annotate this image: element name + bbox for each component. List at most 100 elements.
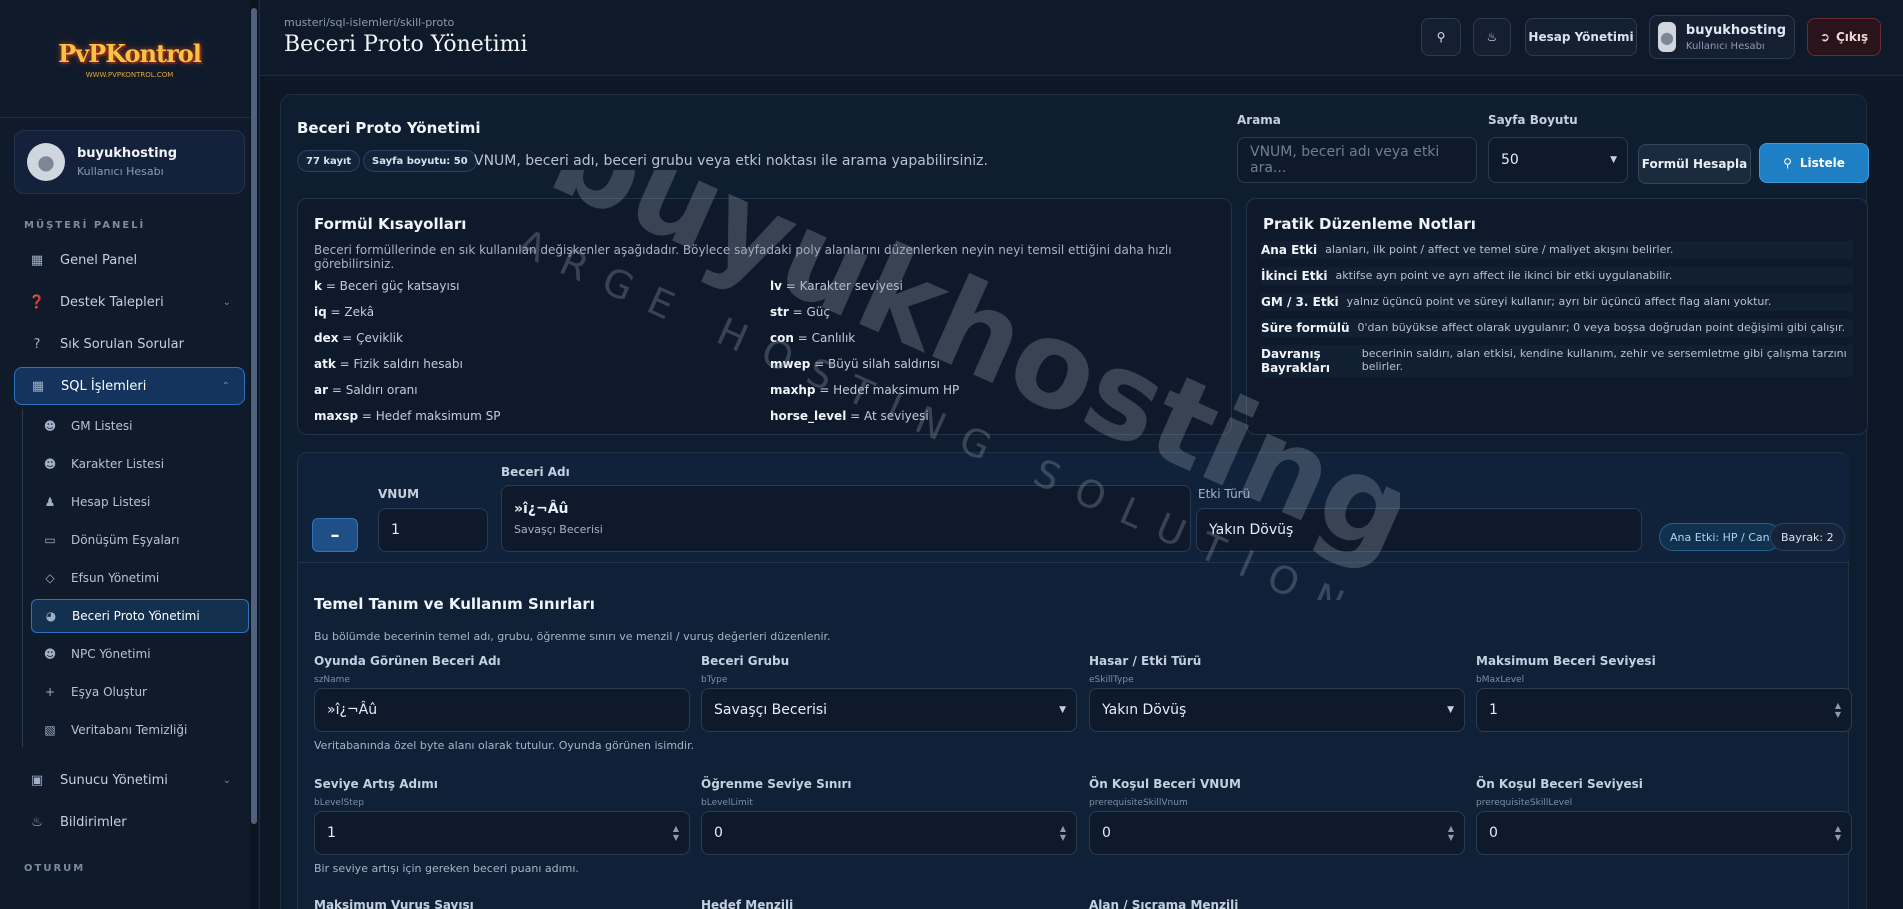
skill-name-input[interactable]: »î¿¬Âû xyxy=(314,688,690,732)
level-limit-input[interactable]: 0 ▲ ▼ xyxy=(701,811,1077,855)
sidebar-item-label: NPC Yönetimi xyxy=(71,647,151,661)
search-input[interactable]: VNUM, beceri adı veya etki ara... xyxy=(1237,137,1477,183)
skill-name-value: »î¿¬Âû xyxy=(514,501,569,517)
sidebar-item-hesap-listesi[interactable]: ♟ Hesap Listesi xyxy=(31,485,249,519)
monitor-icon: ▣ xyxy=(30,772,44,788)
diamond-icon: ◇ xyxy=(45,571,55,585)
prereq-vnum-value: 0 xyxy=(1102,825,1111,841)
skill-group-select-value: Savaşçı Becerisi xyxy=(714,702,828,718)
sidebar-item-label: GM Listesi xyxy=(71,419,133,433)
field-label: Alan / Sıçrama Menzili xyxy=(1089,898,1239,909)
main-title: Beceri Proto Yönetimi xyxy=(297,119,481,137)
page-size-select[interactable]: 50 ▼ xyxy=(1488,137,1628,183)
skill-name-label: Beceri Adı xyxy=(501,465,570,479)
formula-shortcuts-card: Formül Kısayolları Beceri formüllerinde … xyxy=(297,198,1232,435)
logout-button[interactable]: ➲ Çıkış xyxy=(1807,18,1881,56)
sidebar-item-beceri-proto[interactable]: ◕ Beceri Proto Yönetimi xyxy=(31,599,249,633)
user-icon: ♟ xyxy=(44,495,56,509)
level-step-input[interactable]: 1 ▲ ▼ xyxy=(314,811,690,855)
prereq-level-input[interactable]: 0 ▲ ▼ xyxy=(1476,811,1852,855)
help-circle-icon: ❓ xyxy=(28,294,46,310)
notes-title: Pratik Düzenleme Notları xyxy=(1263,215,1476,233)
page-size-label: Sayfa Boyutu xyxy=(1488,113,1578,127)
sidebar-item-destek-talepleri[interactable]: ❓ Destek Talepleri ⌄ xyxy=(14,283,245,321)
sidebar-item-genel-panel[interactable]: ▦ Genel Panel xyxy=(14,241,245,279)
notifications-button[interactable]: ♨ xyxy=(1473,18,1511,56)
account-management-button[interactable]: Hesap Yönetimi xyxy=(1525,18,1637,56)
sidebar-item-veritabani-temizligi[interactable]: ▧ Veritabanı Temizliği xyxy=(31,713,249,747)
note-item: Ana Etki alanları, ilk point / affect ve … xyxy=(1261,241,1853,259)
stepper-icon[interactable]: ▲ ▼ xyxy=(1835,824,1841,842)
field-label: Maksimum Vuruş Sayısı xyxy=(314,898,474,909)
collapse-button[interactable]: – xyxy=(312,518,358,552)
sidebar-item-karakter-listesi[interactable]: ☻ Karakter Listesi xyxy=(31,447,249,481)
stepper-icon[interactable]: ▲ ▼ xyxy=(673,824,679,842)
sidebar-item-gm-listesi[interactable]: ☻ GM Listesi xyxy=(31,409,249,443)
chevron-down-icon: ▼ xyxy=(1059,705,1066,715)
sidebar-item-label: SQL İşlemleri xyxy=(61,378,147,394)
sidebar-item-npc-yonetimi[interactable]: ☻ NPC Yönetimi xyxy=(31,637,249,671)
field-label: Maksimum Beceri Seviyesi xyxy=(1476,654,1656,668)
sidebar-user-card[interactable]: ● buyukhosting Kullanıcı Hesabı xyxy=(14,130,245,194)
sidebar-item-sql-islemleri[interactable]: ▦ SQL İşlemleri ⌃ xyxy=(14,367,245,405)
stepper-icon[interactable]: ▲ ▼ xyxy=(1060,824,1066,842)
sidebar-item-sunucu-yonetimi[interactable]: ▣ Sunucu Yönetimi ⌄ xyxy=(14,761,245,799)
field-label: Hedef Menzili xyxy=(701,898,794,909)
logo-sub: WWW.PVPKONTROL.COM xyxy=(85,70,174,79)
field-label: Seviye Artış Adımı xyxy=(314,777,438,791)
formula-var: str = Güç xyxy=(770,305,830,319)
sidebar-item-label: Beceri Proto Yönetimi xyxy=(72,609,200,623)
page-size-chip: Sayfa boyutu: 50 xyxy=(363,150,477,172)
logo-text: PvPKontrol xyxy=(58,38,202,68)
max-level-input[interactable]: 1 ▲ ▼ xyxy=(1476,688,1852,732)
chevron-down-icon: ⌄ xyxy=(222,774,231,786)
sidebar-item-bildirimler[interactable]: ♨ Bildirimler xyxy=(14,803,245,841)
field-key: eSkillType xyxy=(1089,675,1134,685)
users-icon: ☻ xyxy=(43,419,57,433)
sidebar-item-esya-olustur[interactable]: + Eşya Oluştur xyxy=(31,675,249,709)
formula-var: maxhp = Hedef maksimum HP xyxy=(770,383,960,397)
formula-title: Formül Kısayolları xyxy=(314,215,467,233)
list-button[interactable]: ⚲ Listele xyxy=(1759,143,1869,183)
vnum-input[interactable]: 1 xyxy=(378,508,488,552)
prereq-vnum-input[interactable]: 0 ▲ ▼ xyxy=(1089,811,1465,855)
record-count-chip: 77 kayıt xyxy=(297,150,361,172)
search-button[interactable]: ⚲ xyxy=(1421,18,1461,56)
level-step-value: 1 xyxy=(327,825,336,841)
formula-var: dex = Çeviklik xyxy=(314,331,403,345)
formula-var: k = Beceri güç katsayısı xyxy=(314,279,460,293)
skill-name-help: Veritabanında özel byte alanı olarak tut… xyxy=(314,739,695,752)
prereq-level-value: 0 xyxy=(1489,825,1498,841)
sidebar-scroll-thumb[interactable] xyxy=(251,8,257,824)
formula-var: ar = Saldırı oranı xyxy=(314,383,418,397)
users-icon: ☻ xyxy=(43,457,57,471)
sidebar-item-donusum-esyalari[interactable]: ▭ Dönüşüm Eşyaları xyxy=(31,523,249,557)
brand-logo[interactable]: PvPKontrol WWW.PVPKONTROL.COM xyxy=(0,0,259,118)
skill-type-select[interactable]: Yakın Dövüş ▼ xyxy=(1089,688,1465,732)
logout-icon: ➲ xyxy=(1819,30,1830,44)
skill-group-select[interactable]: Savaşçı Becerisi ▼ xyxy=(701,688,1077,732)
field-key: prerequisiteSkillLevel xyxy=(1476,798,1573,808)
avatar: ● xyxy=(1658,22,1676,52)
topbar-user-card[interactable]: ● buyukhosting Kullanıcı Hesabı xyxy=(1649,15,1795,59)
stepper-icon[interactable]: ▲ ▼ xyxy=(1835,701,1841,719)
field-key: bLevelStep xyxy=(314,798,364,808)
skill-card-header: – VNUM 1 Beceri Adı »î¿¬Âû Savaşçı Becer… xyxy=(298,453,1850,563)
sidebar-item-sss[interactable]: ? Sık Sorulan Sorular xyxy=(14,325,245,363)
note-item: İkinci Etki aktifse ayrı point ve ayrı af… xyxy=(1261,267,1853,285)
skill-name-display: »î¿¬Âû Savaşçı Becerisi xyxy=(501,485,1191,552)
vnum-label: VNUM xyxy=(378,487,420,501)
max-level-value: 1 xyxy=(1489,702,1498,718)
avatar: ● xyxy=(27,143,65,181)
stepper-icon[interactable]: ▲ ▼ xyxy=(1448,824,1454,842)
sidebar-item-efsun-yonetimi[interactable]: ◇ Efsun Yönetimi xyxy=(31,561,249,595)
skill-icon: ◕ xyxy=(45,609,57,623)
field-label: Ön Koşul Beceri VNUM xyxy=(1089,777,1241,791)
sidebar-item-label: Eşya Oluştur xyxy=(71,685,147,699)
formula-var: atk = Fizik saldırı hesabı xyxy=(314,357,463,371)
skill-group-value: Savaşçı Becerisi xyxy=(514,523,603,536)
chevron-down-icon: ▼ xyxy=(1610,155,1617,165)
effect-type-label: Etki Türü xyxy=(1198,487,1251,501)
formula-calc-button[interactable]: Formül Hesapla xyxy=(1638,144,1751,184)
topbar: musteri/sql-islemleri/skill-proto Beceri… xyxy=(260,0,1903,76)
